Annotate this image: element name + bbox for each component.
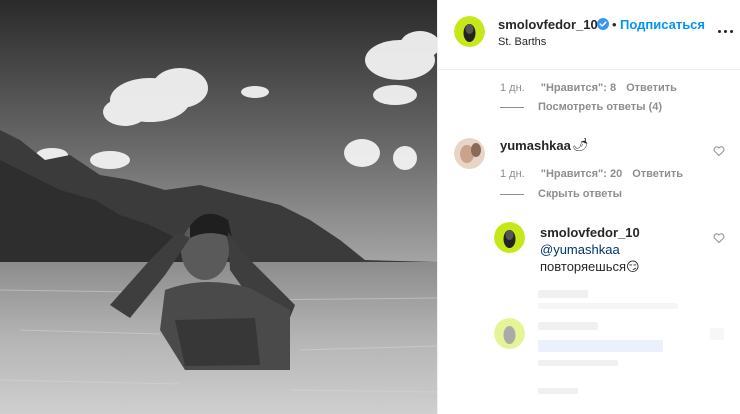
blurred-content (538, 290, 588, 298)
comment-time[interactable]: 1 дн. (500, 168, 525, 180)
verified-badge-icon (597, 18, 609, 30)
comments-panel: smolovfedor_10 • Подписаться St. Barths … (437, 0, 740, 414)
reply-username[interactable]: smolovfedor_10 (540, 225, 640, 240)
avatar[interactable] (454, 16, 485, 47)
location-link[interactable]: St. Barths (498, 36, 546, 48)
comment-likes[interactable]: "Нравится": 20 (541, 168, 622, 180)
follow-button[interactable]: Подписаться (620, 17, 705, 32)
avatar (494, 318, 525, 349)
avatar-image (454, 16, 485, 47)
blurred-content (538, 322, 598, 330)
comment-time[interactable]: 1 дн. (500, 82, 525, 94)
hide-replies-label: Скрыть ответы (538, 188, 622, 200)
comment-username[interactable]: yumashkaa (500, 138, 571, 153)
reply-text: повторяешься😏 (540, 259, 640, 275)
heart-outline-icon[interactable] (713, 145, 725, 157)
comment-text: 🌶 (572, 137, 589, 152)
comment-meta: 1 дн. "Нравится": 20 Ответить (500, 168, 683, 180)
blurred-content (538, 340, 663, 352)
reply-mention[interactable]: @yumashkaa (540, 242, 620, 257)
photo-illustration (0, 0, 437, 414)
separator: • (612, 17, 617, 32)
reply-emoji: 😏 (626, 259, 640, 274)
post-username[interactable]: smolovfedor_10 (498, 17, 598, 32)
comment-likes[interactable]: "Нравится": 8 (541, 82, 616, 94)
blurred-content (538, 303, 678, 309)
avatar[interactable] (494, 222, 525, 253)
post-photo[interactable] (0, 0, 437, 414)
avatar[interactable] (454, 138, 485, 169)
comment-meta: 1 дн. "Нравится": 8 Ответить (500, 82, 677, 94)
reply-button[interactable]: Ответить (626, 82, 677, 94)
blurred-content (710, 328, 724, 340)
more-options-icon[interactable] (718, 24, 734, 40)
reply-button[interactable]: Ответить (632, 168, 683, 180)
avatar-image (494, 318, 525, 349)
avatar-image (494, 222, 525, 253)
post-header: smolovfedor_10 • Подписаться St. Barths (438, 0, 740, 70)
view-replies-label: Посмотреть ответы (4) (538, 101, 663, 113)
reply-text-body: повторяешься (540, 259, 627, 274)
hide-replies-button[interactable]: Скрыть ответы (500, 188, 622, 200)
blurred-content (538, 388, 578, 394)
view-replies-button[interactable]: Посмотреть ответы (4) (500, 101, 662, 113)
blurred-content (538, 360, 618, 366)
avatar-image (454, 138, 485, 169)
heart-outline-icon[interactable] (713, 232, 725, 244)
